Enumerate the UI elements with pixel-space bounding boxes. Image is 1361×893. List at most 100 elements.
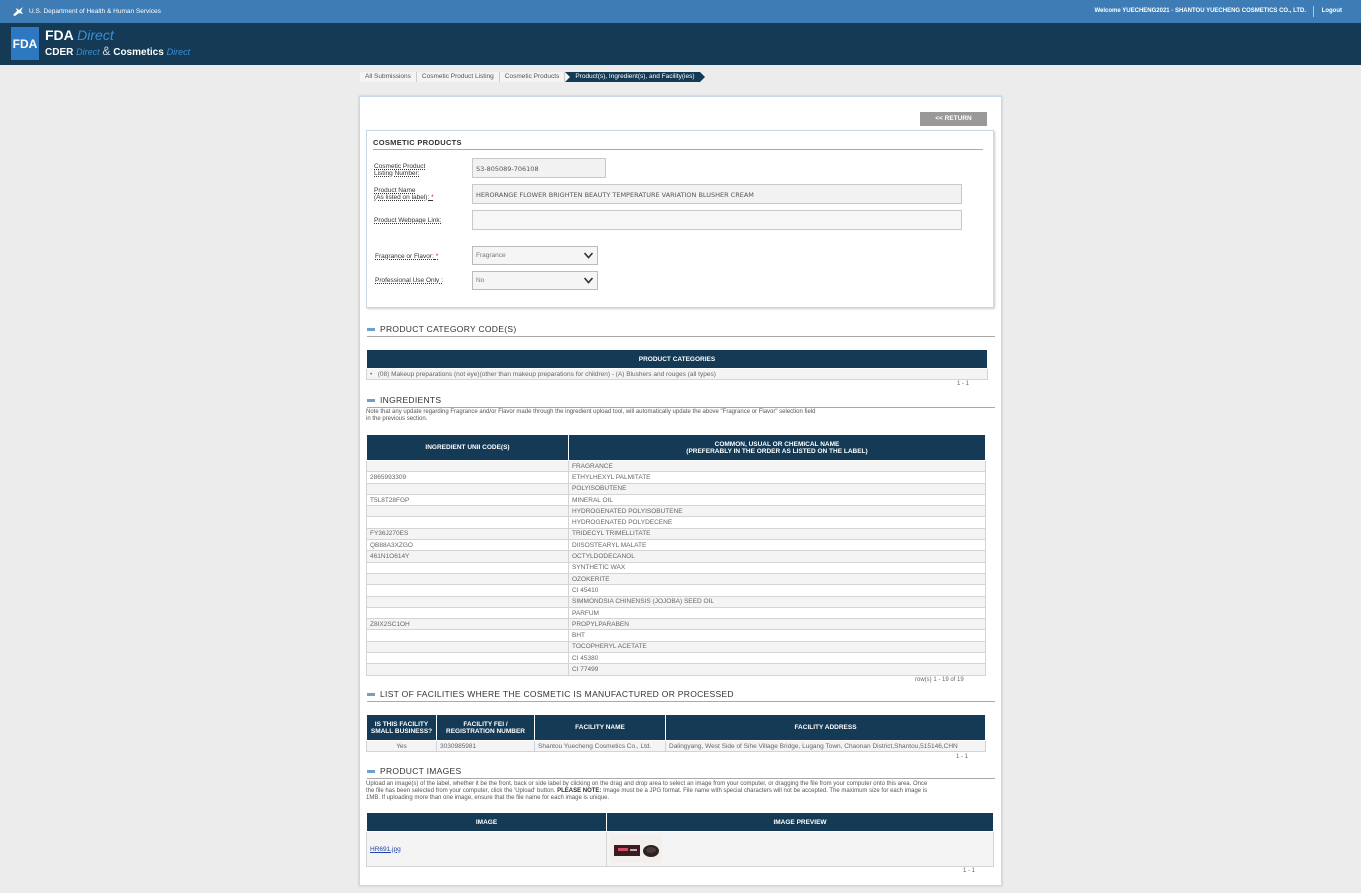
breadcrumb-all-submissions[interactable]: All Submissions [360, 72, 417, 82]
ingredient-name-cell: TRIDECYL TRIMELLITATE [568, 527, 986, 541]
ingredient-name-cell: OZOKERITE [568, 572, 986, 586]
ingredient-name-cell: SIMMONDSIA CHINENSIS (JOJOBA) SEED OIL [568, 595, 986, 608]
unii-cell: T5L8T28FGP [366, 493, 569, 507]
breadcrumb: All Submissions Cosmetic Product Listing… [360, 72, 705, 82]
product-category-title: PRODUCT CATEGORY CODE(S) [380, 324, 517, 334]
ingredients-note-line1: Note that any update regarding Fragrance… [366, 409, 816, 415]
small-business-header-line1: IS THIS FACILITY [374, 720, 429, 728]
images-note-line3: 1MB. If uploading more than one image, e… [366, 795, 610, 801]
fei-cell: 3030985981 [436, 739, 535, 753]
ingredient-name-cell: PARFUM [568, 606, 986, 620]
webpage-link-input[interactable] [472, 210, 962, 230]
unii-cell: FY36J270ES [366, 527, 569, 541]
fragrance-selected-value: Fragrance [476, 252, 506, 259]
table-row: BHT [366, 629, 986, 642]
fei-column-header: FACILITY FEI / REGISTRATION NUMBER [436, 714, 535, 741]
hhs-link[interactable]: U.S. Department of Health & Human Servic… [12, 6, 161, 17]
unii-cell: 2865993309 [366, 471, 569, 484]
image-file-cell: HR691.jpg [366, 831, 607, 867]
hhs-eagle-icon [12, 6, 24, 17]
images-note-line2: the file has been selected from your com… [366, 788, 994, 795]
unii-cell [366, 459, 569, 473]
ingredient-name-cell: SYNTHETIC WAX [568, 561, 986, 574]
facilities-section-header: LIST OF FACILITIES WHERE THE COSMETIC IS… [367, 689, 995, 702]
images-note: Upload an image(s) of the label, whether… [366, 781, 994, 802]
ingredients-title: INGREDIENTS [380, 395, 442, 405]
breadcrumb-cosmetic-product-listing[interactable]: Cosmetic Product Listing [416, 72, 500, 82]
table-row: FY36J270ES TRIDECYL TRIMELLITATE [366, 527, 986, 541]
category-text: (08) Makeup preparations (not eye)(other… [377, 370, 716, 378]
collapse-icon[interactable] [367, 770, 375, 774]
facilities-table: IS THIS FACILITY SMALL BUSINESS? FACILITY… [366, 714, 986, 753]
product-name-label-text: (As listed on label): [374, 194, 430, 201]
facility-name-column-header: FACILITY NAME [534, 714, 666, 741]
ingredients-note-line2: in the previous section. [366, 416, 428, 422]
required-marker: * [431, 194, 434, 201]
table-row: Yes 3030985981 Shantou Yuecheng Cosmetic… [366, 739, 986, 753]
top-bar: U.S. Department of Health & Human Servic… [0, 0, 1361, 23]
product-name-label: Product Name (As listed on label): * [374, 187, 434, 201]
table-row: QB88A3XZGO DIISOSTEARYL MALATE [366, 539, 986, 552]
ingredient-name-cell: FRAGRANCE [568, 459, 986, 473]
table-row: SYNTHETIC WAX [366, 561, 986, 574]
image-file-link[interactable]: HR691.jpg [370, 846, 401, 853]
fragrance-label-text: Fragrance or Flavor: [375, 253, 434, 260]
breadcrumb-current: Product(s), Ingredient(s), and Facility(… [565, 72, 705, 82]
fei-header-line1: FACILITY FEI / [463, 720, 508, 728]
collapse-icon[interactable] [367, 399, 375, 403]
table-row: T5L8T28FGP MINERAL OIL [366, 493, 986, 507]
product-category-table: PRODUCT CATEGORIES • (08) Makeup prepara… [366, 349, 988, 381]
ingredient-name-cell: ETHYLHEXYL PALMITATE [568, 471, 986, 484]
image-column-header: IMAGE [366, 812, 607, 832]
table-row: TOCOPHERYL ACETATE [366, 640, 986, 654]
table-row: 461N1O614Y OCTYLDODECANOL [366, 550, 986, 563]
required-marker: * [435, 253, 439, 260]
collapse-icon[interactable] [367, 328, 375, 332]
small-business-cell: Yes [366, 739, 437, 753]
hhs-agency-text: U.S. Department of Health & Human Servic… [29, 8, 161, 15]
return-button[interactable]: << RETURN [920, 112, 987, 126]
image-preview-cell [606, 831, 994, 867]
product-categories-column-header: PRODUCT CATEGORIES [366, 349, 988, 369]
ingredient-name-cell: PROPYLPARABEN [568, 618, 986, 631]
brand-cder-direct: Direct [76, 47, 100, 57]
fda-logo[interactable]: FDA [11, 27, 39, 60]
ingredient-name-cell: CI 77499 [568, 663, 986, 676]
breadcrumb-cosmetic-products[interactable]: Cosmetic Products [499, 72, 566, 82]
image-preview-thumbnail[interactable] [610, 835, 662, 863]
ingredient-name-cell: CI 45410 [568, 584, 986, 597]
listing-number-label-line2: Listing Number: [374, 170, 420, 177]
cosmetic-products-box: COSMETIC PRODUCTS Cosmetic Product Listi… [366, 130, 994, 308]
facility-address-cell: Dalingyang, West Side of Sihe Village Br… [665, 739, 986, 753]
unii-cell: 461N1O614Y [366, 550, 569, 563]
logout-link[interactable]: Logout [1322, 8, 1342, 14]
ingredient-name-cell: BHT [568, 629, 986, 642]
product-photo-image [610, 835, 662, 863]
image-preview-column-header: IMAGE PREVIEW [606, 812, 994, 832]
unii-cell [366, 505, 569, 518]
professional-use-label: Professional Use Only : [375, 277, 443, 284]
product-name-field[interactable]: HERORANGE FLOWER BRIGHTEN BEAUTY TEMPERA… [472, 184, 962, 204]
small-business-column-header: IS THIS FACILITY SMALL BUSINESS? [366, 714, 437, 741]
name-column-header-line2: (PREFERABLY IN THE ORDER AS LISTED ON TH… [686, 447, 868, 455]
collapse-icon[interactable] [367, 693, 375, 697]
fragrance-select[interactable]: Fragrance [472, 246, 598, 265]
cosmetic-products-title: COSMETIC PRODUCTS [373, 138, 983, 150]
ingredient-name-cell: MINERAL OIL [568, 493, 986, 507]
unii-cell: QB88A3XZGO [366, 539, 569, 552]
unii-cell [366, 652, 569, 665]
unii-cell [366, 482, 569, 495]
images-title: PRODUCT IMAGES [380, 766, 462, 776]
webpage-link-label: Product Webpage Link: [374, 217, 442, 224]
brand-direct: Direct [77, 27, 114, 43]
fda-direct-title: FDA Direct [45, 27, 114, 43]
table-row: HR691.jpg [366, 831, 994, 867]
table-row: • (08) Makeup preparations (not eye)(oth… [366, 367, 988, 381]
professional-use-select[interactable]: No [472, 271, 598, 290]
table-row: SIMMONDSIA CHINENSIS (JOJOBA) SEED OIL [366, 595, 986, 608]
product-category-section-header: PRODUCT CATEGORY CODE(S) [367, 324, 995, 337]
images-note-emphasis: PLEASE NOTE: [557, 788, 602, 794]
unii-cell [366, 584, 569, 597]
unii-cell [366, 629, 569, 642]
ingredient-name-cell: POLYISOBUTENE [568, 482, 986, 495]
